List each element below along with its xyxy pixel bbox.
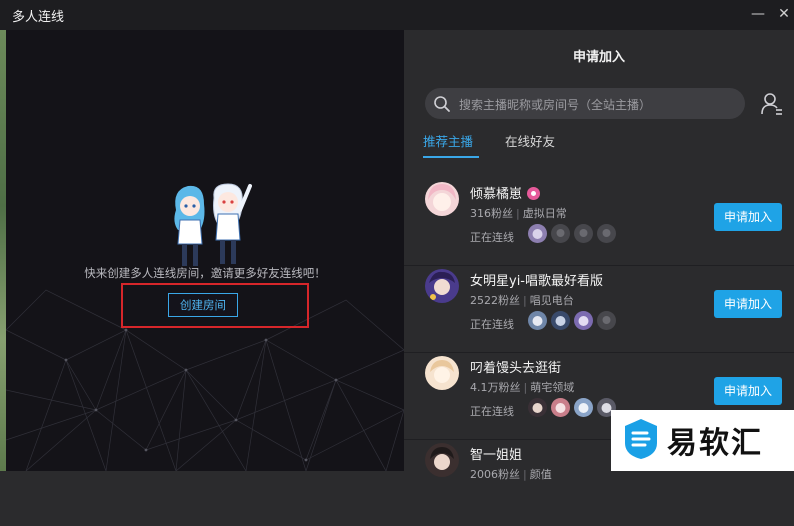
streamer-avatar[interactable]: [425, 443, 459, 477]
pink-badge-icon: [527, 187, 541, 200]
streamer-name[interactable]: 叼着馒头去逛街: [470, 357, 561, 376]
streamer-meta: 2006粉丝 | 颜值: [470, 468, 552, 481]
online-label: 正在连线: [470, 231, 514, 244]
online-label: 正在连线: [470, 318, 514, 331]
tab-underline: [423, 156, 479, 158]
watermark-logo-icon: [625, 419, 657, 459]
join-button[interactable]: 申请加入: [714, 377, 782, 405]
streamer-meta: 316粉丝 | 虚拟日常: [470, 207, 567, 220]
search-box[interactable]: [425, 88, 745, 121]
watermark-text: 易软汇: [667, 426, 763, 461]
watermark: 易软汇: [611, 410, 794, 471]
tab-recommended[interactable]: 推荐主播: [423, 131, 473, 150]
streamer-avatar[interactable]: [425, 356, 459, 390]
invite-text: 快来创建多人连线房间，邀请更多好友连线吧！: [84, 266, 326, 280]
close-icon[interactable]: ✕: [774, 4, 794, 24]
streamer-avatar[interactable]: [425, 182, 459, 216]
empty-slot-icon: [551, 224, 570, 243]
connected-avatar: [551, 398, 570, 417]
connected-avatar: [528, 398, 547, 417]
empty-slot-icon: [597, 311, 616, 330]
streamer-name[interactable]: 倾慕橘崽: [470, 183, 541, 202]
streamer-name[interactable]: 女明星yi-唱歌最好看版: [470, 270, 603, 289]
search-input[interactable]: [457, 88, 741, 121]
minimize-icon[interactable]: —: [748, 4, 768, 24]
streamer-meta: 4.1万粉丝 | 萌宅领域: [470, 381, 575, 394]
window-title: 多人连线: [12, 10, 65, 25]
search-icon: [434, 96, 450, 112]
title-bar: 多人连线 — ✕: [0, 0, 794, 30]
connected-avatar: [551, 311, 570, 330]
streamer-item: 倾慕橘崽 316粉丝 | 虚拟日常 正在连线 申请加入: [404, 178, 794, 265]
user-add-icon[interactable]: [761, 92, 783, 116]
streamer-avatar[interactable]: [425, 269, 459, 303]
connected-avatar: [528, 224, 547, 243]
connected-avatar: [574, 311, 593, 330]
mascot-illustration: [174, 183, 252, 266]
connected-avatar: [528, 311, 547, 330]
streamer-name[interactable]: 智一姐姐: [470, 444, 522, 463]
tab-online-friends[interactable]: 在线好友: [505, 131, 555, 150]
streamer-item: 女明星yi-唱歌最好看版 2522粉丝 | 唱见电台 正在连线 申请加入: [404, 265, 794, 352]
create-room-button[interactable]: 创建房间: [168, 293, 238, 317]
empty-slot-icon: [597, 224, 616, 243]
join-panel: 申请加入 推荐主播 在线好友 倾慕橘崽 316粉丝|虚拟日常 正在连线 申请加入: [404, 30, 794, 481]
panel-title: 申请加入: [572, 50, 625, 65]
join-button[interactable]: 申请加入: [714, 203, 782, 231]
connected-avatar: [574, 398, 593, 417]
streamer-meta: 2522粉丝 | 唱见电台: [470, 294, 574, 307]
join-button[interactable]: 申请加入: [714, 290, 782, 318]
create-room-panel: 快来创建多人连线房间，邀请更多好友连线吧！ 创建房间: [6, 30, 404, 471]
online-label: 正在连线: [470, 405, 514, 418]
empty-slot-icon: [574, 224, 593, 243]
